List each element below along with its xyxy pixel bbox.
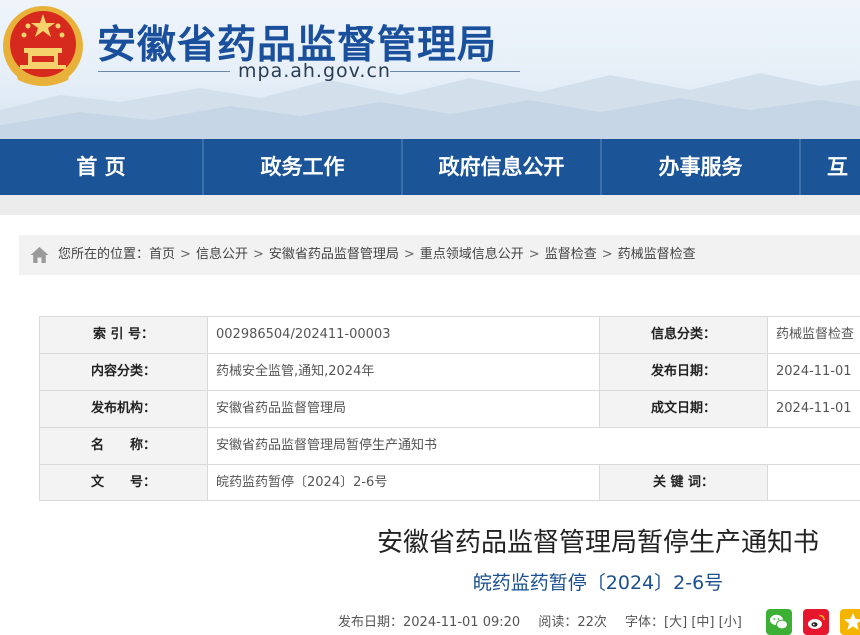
document-meta-table: 索 引 号： 002986504/202411-00003 信息分类： 药械监督…: [39, 316, 860, 501]
font-medium-button[interactable]: [中]: [691, 615, 714, 630]
breadcrumb-agency[interactable]: 安徽省药品监督管理局: [269, 247, 399, 262]
breadcrumb-separator: >: [528, 247, 540, 262]
name-label: 名 称：: [40, 428, 208, 465]
created-date-value: 2024-11-01: [768, 391, 860, 428]
breadcrumb-separator: >: [180, 247, 191, 262]
nav-item-services[interactable]: 办事服务: [602, 139, 799, 195]
publisher-label: 发布机构：: [40, 391, 208, 428]
article-info-bar: 发布日期：2024-11-01 09:20 阅读：22次 字体：[大] [中] …: [338, 612, 742, 634]
nav-shadow-band: [0, 195, 860, 215]
domain-divider-right: [390, 71, 520, 72]
created-date-label: 成文日期：: [600, 391, 768, 428]
font-large-button[interactable]: [大]: [664, 615, 687, 630]
site-header: 安徽省药品监督管理局 mpa.ah.gov.cn: [0, 0, 860, 139]
wechat-icon[interactable]: [766, 609, 792, 635]
info-category-label: 信息分类：: [600, 317, 768, 354]
views-count: 22次: [577, 615, 607, 630]
breadcrumb-separator: >: [252, 247, 264, 262]
doc-number-label: 文 号：: [40, 465, 208, 501]
breadcrumb-home[interactable]: 首页: [149, 247, 175, 262]
content-category-label: 内容分类：: [40, 354, 208, 391]
breadcrumb-prefix: 您所在的位置：: [58, 247, 150, 262]
nav-item-government-affairs[interactable]: 政务工作: [204, 139, 401, 195]
publish-label: 发布日期：: [338, 615, 404, 630]
main-nav: 首 页 政务工作 政府信息公开 办事服务 互: [0, 139, 860, 195]
name-value: 安徽省药品监督管理局暂停生产通知书: [208, 428, 860, 465]
site-domain: mpa.ah.gov.cn: [238, 60, 391, 82]
nav-item-information-disclosure[interactable]: 政府信息公开: [403, 139, 600, 195]
star-icon[interactable]: [840, 609, 860, 635]
breadcrumb-separator: >: [403, 247, 415, 262]
publish-datetime: 2024-11-01 09:20: [403, 615, 521, 630]
views-label: 阅读：: [538, 615, 578, 630]
content-category-value: 药械安全监管,通知,2024年: [208, 354, 600, 391]
breadcrumb-info-disclosure[interactable]: 信息公开: [196, 247, 248, 262]
font-small-button[interactable]: [小]: [719, 615, 742, 630]
keywords-value: [768, 465, 860, 501]
breadcrumb-trail: 您所在的位置：首页 > 信息公开 > 安徽省药品监督管理局 > 重点领域信息公开 > 监督检查 >…: [58, 235, 696, 275]
article-doc-number: 皖药监药暂停〔2024〕2-6号: [472, 572, 724, 594]
publish-date-value: 2024-11-01: [768, 354, 860, 391]
breadcrumb: 您所在的位置：首页 > 信息公开 > 安徽省药品监督管理局 > 重点领域信息公开 > 监督检查 >…: [19, 235, 860, 275]
article-title: 安徽省药品监督管理局暂停生产通知书: [376, 528, 819, 558]
breadcrumb-supervision[interactable]: 监督检查: [545, 247, 597, 262]
publisher-value: 安徽省药品监督管理局: [208, 391, 600, 428]
national-emblem-icon: [3, 6, 83, 86]
breadcrumb-separator: >: [601, 247, 613, 262]
nav-item-home[interactable]: 首 页: [0, 139, 202, 195]
weibo-icon[interactable]: [803, 609, 829, 635]
info-category-value: 药械监督检查: [768, 317, 860, 354]
publish-date-label: 发布日期：: [600, 354, 768, 391]
font-size-label: 字体：: [625, 615, 665, 630]
breadcrumb-drug-device-inspection[interactable]: 药械监督检查: [618, 247, 696, 262]
breadcrumb-key-areas[interactable]: 重点领域信息公开: [420, 247, 524, 262]
home-icon: [30, 247, 49, 263]
nav-item-interaction[interactable]: 互: [801, 139, 860, 195]
index-value: 002986504/202411-00003: [208, 317, 600, 354]
index-label: 索 引 号：: [40, 317, 208, 354]
doc-number-value: 皖药监药暂停〔2024〕2-6号: [208, 465, 600, 501]
keywords-label: 关 键 词：: [600, 465, 768, 501]
domain-divider-left: [98, 71, 230, 72]
